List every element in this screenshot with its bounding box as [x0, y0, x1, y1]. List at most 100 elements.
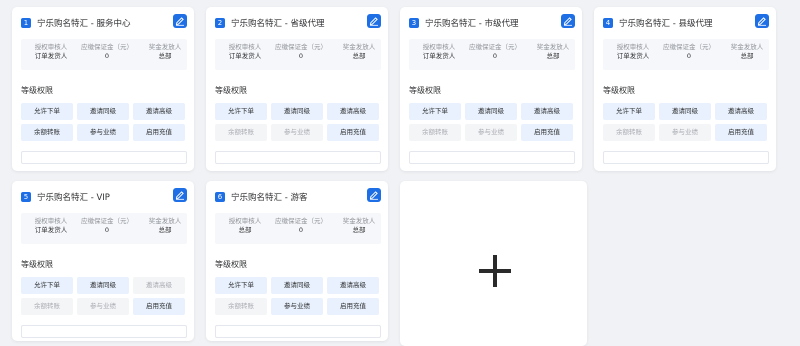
permission-button[interactable]: 邀请同级 — [271, 277, 323, 294]
permission-button[interactable]: 启用充值 — [327, 124, 379, 141]
permission-button[interactable]: 启用充值 — [327, 298, 379, 315]
permission-button[interactable]: 余额转账 — [21, 298, 73, 315]
info-value: 0 — [104, 52, 110, 60]
info-label: 奖金发放人 — [342, 43, 376, 51]
permission-button[interactable]: 邀请同级 — [77, 277, 129, 294]
permission-button[interactable]: 余额转账 — [215, 298, 267, 315]
level-card: 4 宁乐购名特汇 - 县级代理 授权审核人 订单发货人 应缴保证金（元） 0 奖… — [594, 7, 776, 171]
info-label: 奖金发放人 — [148, 43, 182, 51]
permission-button[interactable]: 允许下单 — [409, 103, 461, 120]
edit-icon — [175, 190, 185, 200]
permission-button[interactable]: 邀请高级 — [133, 103, 185, 120]
edit-button[interactable] — [173, 188, 187, 202]
permission-button[interactable]: 邀请高级 — [327, 103, 379, 120]
permissions-title: 等级权限 — [21, 86, 53, 95]
plus-icon — [479, 255, 511, 287]
level-number-badge: 4 — [603, 18, 613, 28]
permission-button[interactable]: 启用充值 — [521, 124, 573, 141]
add-level-card[interactable] — [400, 181, 587, 346]
info-value: 总部 — [740, 52, 754, 60]
card-footer-field[interactable] — [603, 151, 769, 164]
card-title: 宁乐购名特汇 - 县级代理 — [619, 19, 713, 29]
level-card: 5 宁乐购名特汇 - VIP 授权审核人 订单发货人 应缴保证金（元） 0 奖金… — [12, 181, 194, 341]
info-value: 订单发货人 — [34, 226, 68, 234]
card-footer-field[interactable] — [21, 151, 187, 164]
info-label: 授权审核人 — [616, 43, 650, 51]
permission-button[interactable]: 余额转账 — [409, 124, 461, 141]
level-number-badge: 1 — [21, 18, 31, 28]
edit-icon — [175, 16, 185, 26]
permissions-grid: 允许下单 邀请同级 邀请高级余额转账 参与业绩 启用充值 — [409, 103, 573, 141]
card-footer-field[interactable] — [21, 325, 187, 338]
card-footer-field[interactable] — [215, 325, 381, 338]
permission-button[interactable]: 邀请高级 — [133, 277, 185, 294]
level-card: 1 宁乐购名特汇 - 服务中心 授权审核人 订单发货人 应缴保证金（元） 0 奖… — [12, 7, 194, 171]
level-card: 2 宁乐购名特汇 - 省级代理 授权审核人 订单发货人 应缴保证金（元） 0 奖… — [206, 7, 388, 171]
card-info-panel: 授权审核人 订单发货人 应缴保证金（元） 0 奖金发放人 总部 — [21, 213, 187, 244]
permission-button[interactable]: 参与业绩 — [659, 124, 711, 141]
card-info-panel: 授权审核人 订单发货人 应缴保证金（元） 0 奖金发放人 总部 — [603, 39, 769, 70]
permission-button[interactable]: 邀请高级 — [715, 103, 767, 120]
permission-button[interactable]: 参与业绩 — [271, 298, 323, 315]
permission-button[interactable]: 余额转账 — [215, 124, 267, 141]
card-title: 宁乐购名特汇 - 市级代理 — [425, 19, 519, 29]
info-value: 0 — [298, 52, 304, 60]
permission-button[interactable]: 余额转账 — [21, 124, 73, 141]
card-info-panel: 授权审核人 订单发货人 应缴保证金（元） 0 奖金发放人 总部 — [21, 39, 187, 70]
permission-button[interactable]: 允许下单 — [215, 277, 267, 294]
permission-button[interactable]: 参与业绩 — [77, 124, 129, 141]
permission-button[interactable]: 参与业绩 — [465, 124, 517, 141]
permissions-title: 等级权限 — [409, 86, 441, 95]
permission-button[interactable]: 允许下单 — [215, 103, 267, 120]
level-card: 6 宁乐购名特汇 - 游客 授权审核人 总部 应缴保证金（元） 0 奖金发放人 … — [206, 181, 388, 341]
permission-button[interactable]: 邀请高级 — [327, 277, 379, 294]
info-label: 奖金发放人 — [148, 217, 182, 225]
info-value: 0 — [492, 52, 498, 60]
permission-button[interactable]: 启用充值 — [133, 298, 185, 315]
permission-button[interactable]: 邀请同级 — [659, 103, 711, 120]
permission-button[interactable]: 参与业绩 — [271, 124, 323, 141]
permission-button[interactable]: 启用充值 — [133, 124, 185, 141]
info-label: 应缴保证金（元） — [275, 43, 327, 51]
card-footer-field[interactable] — [409, 151, 575, 164]
edit-button[interactable] — [173, 14, 187, 28]
card-title: 宁乐购名特汇 - 游客 — [231, 193, 308, 203]
permissions-grid: 允许下单 邀请同级 邀请高级余额转账 参与业绩 启用充值 — [21, 103, 185, 141]
permissions-title: 等级权限 — [215, 86, 247, 95]
permission-button[interactable]: 余额转账 — [603, 124, 655, 141]
info-value: 0 — [298, 226, 304, 234]
edit-button[interactable] — [755, 14, 769, 28]
edit-icon — [563, 16, 573, 26]
info-value: 订单发货人 — [616, 52, 650, 60]
permission-button[interactable]: 允许下单 — [21, 103, 73, 120]
permission-button[interactable]: 允许下单 — [21, 277, 73, 294]
permission-button[interactable]: 邀请同级 — [465, 103, 517, 120]
card-info-panel: 授权审核人 订单发货人 应缴保证金（元） 0 奖金发放人 总部 — [409, 39, 575, 70]
edit-button[interactable] — [367, 188, 381, 202]
edit-button[interactable] — [561, 14, 575, 28]
card-title: 宁乐购名特汇 - 省级代理 — [231, 19, 325, 29]
permission-button[interactable]: 邀请同级 — [77, 103, 129, 120]
level-number-badge: 5 — [21, 192, 31, 202]
info-value: 订单发货人 — [228, 52, 262, 60]
info-label: 应缴保证金（元） — [275, 217, 327, 225]
edit-button[interactable] — [367, 14, 381, 28]
card-footer-field[interactable] — [215, 151, 381, 164]
info-label: 应缴保证金（元） — [81, 43, 133, 51]
card-title: 宁乐购名特汇 - VIP — [37, 193, 110, 203]
info-value: 总部 — [546, 52, 560, 60]
permission-button[interactable]: 允许下单 — [603, 103, 655, 120]
permission-button[interactable]: 参与业绩 — [77, 298, 129, 315]
info-label: 授权审核人 — [228, 217, 262, 225]
info-label: 奖金发放人 — [342, 217, 376, 225]
card-title: 宁乐购名特汇 - 服务中心 — [37, 19, 131, 29]
permission-button[interactable]: 邀请高级 — [521, 103, 573, 120]
info-value: 订单发货人 — [422, 52, 456, 60]
permission-button[interactable]: 启用充值 — [715, 124, 767, 141]
info-value: 总部 — [352, 52, 366, 60]
edit-icon — [757, 16, 767, 26]
permission-button[interactable]: 邀请同级 — [271, 103, 323, 120]
permissions-title: 等级权限 — [21, 260, 53, 269]
info-label: 应缴保证金（元） — [663, 43, 715, 51]
level-number-badge: 2 — [215, 18, 225, 28]
